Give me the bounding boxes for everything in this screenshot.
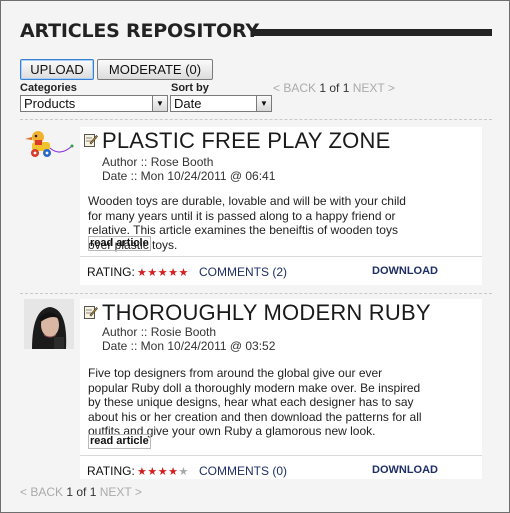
- read-article-link[interactable]: read article: [88, 236, 151, 251]
- divider: [20, 119, 492, 120]
- article-title[interactable]: THOROUGHLY MODERN RUBY: [102, 300, 431, 326]
- article-date: Date :: Mon 10/24/2011 @ 06:41: [102, 169, 276, 183]
- pager-top: < BACK 1 of 1 NEXT >: [273, 81, 395, 95]
- wooden-toy-icon[interactable]: [24, 127, 74, 177]
- rating-stars: ★★★★★: [137, 266, 189, 279]
- rating-label: RATING:: [87, 265, 135, 279]
- star-icon: ★: [137, 466, 148, 478]
- edit-icon[interactable]: [84, 305, 98, 319]
- star-icon: ★: [168, 466, 179, 478]
- divider: [20, 293, 492, 294]
- star-icon: ★: [137, 267, 148, 279]
- chevron-down-icon[interactable]: ▼: [256, 96, 271, 111]
- rating-stars: ★★★★★: [137, 465, 189, 478]
- pager-next-link[interactable]: NEXT >: [100, 485, 142, 499]
- read-article-link[interactable]: read article: [88, 434, 151, 449]
- article-footer-divider: [80, 256, 482, 257]
- article-title[interactable]: PLASTIC FREE PLAY ZONE: [102, 128, 390, 154]
- edit-icon[interactable]: [84, 133, 98, 147]
- categories-select[interactable]: Products ▼: [20, 95, 168, 112]
- rating-label: RATING:: [87, 464, 135, 478]
- download-link[interactable]: DOWNLOAD: [372, 265, 438, 277]
- pager-current: 1 of 1: [319, 81, 350, 95]
- categories-label: Categories: [20, 82, 77, 94]
- categories-select-value: Products: [24, 96, 76, 111]
- star-icon: ★: [147, 267, 158, 279]
- star-icon: ★: [178, 466, 189, 478]
- star-icon: ★: [157, 267, 169, 279]
- chevron-down-icon[interactable]: ▼: [152, 96, 167, 111]
- download-link[interactable]: DOWNLOAD: [372, 464, 438, 476]
- article-author: Author :: Rosie Booth: [102, 325, 217, 339]
- star-icon: ★: [168, 267, 179, 279]
- article-card: THOROUGHLY MODERN RUBY Author :: Rosie B…: [80, 299, 482, 479]
- header: ARTICLES REPOSITORY: [20, 18, 492, 46]
- article-date: Date :: Mon 10/24/2011 @ 03:52: [102, 339, 276, 353]
- article-footer-divider: [80, 455, 482, 456]
- pager-back-link[interactable]: < BACK: [273, 81, 316, 95]
- article-summary: Five top designers from around the globa…: [88, 366, 422, 438]
- articles-repository-panel: ARTICLES REPOSITORY UPLOAD MODERATE (0) …: [0, 0, 510, 513]
- pager-current: 1 of 1: [66, 485, 97, 499]
- sort-by-select-value: Date: [174, 96, 202, 111]
- pager-next-link[interactable]: NEXT >: [353, 81, 395, 95]
- portrait-photo-icon[interactable]: [24, 299, 74, 349]
- moderate-button[interactable]: MODERATE (0): [97, 59, 213, 80]
- article-card: PLASTIC FREE PLAY ZONE Author :: Rose Bo…: [80, 127, 482, 285]
- star-icon: ★: [178, 267, 189, 279]
- star-icon: ★: [147, 466, 158, 478]
- upload-button[interactable]: UPLOAD: [20, 59, 94, 80]
- sort-by-select[interactable]: Date ▼: [170, 95, 272, 112]
- comments-link[interactable]: COMMENTS (0): [199, 464, 287, 478]
- sort-by-label: Sort by: [171, 82, 209, 94]
- comments-link[interactable]: COMMENTS (2): [199, 265, 287, 279]
- article-author: Author :: Rose Booth: [102, 155, 214, 169]
- star-icon: ★: [157, 466, 169, 478]
- pager-bottom: < BACK 1 of 1 NEXT >: [20, 485, 142, 499]
- pager-back-link[interactable]: < BACK: [20, 485, 63, 499]
- page-title: ARTICLES REPOSITORY: [20, 20, 259, 42]
- header-rule: [252, 29, 492, 36]
